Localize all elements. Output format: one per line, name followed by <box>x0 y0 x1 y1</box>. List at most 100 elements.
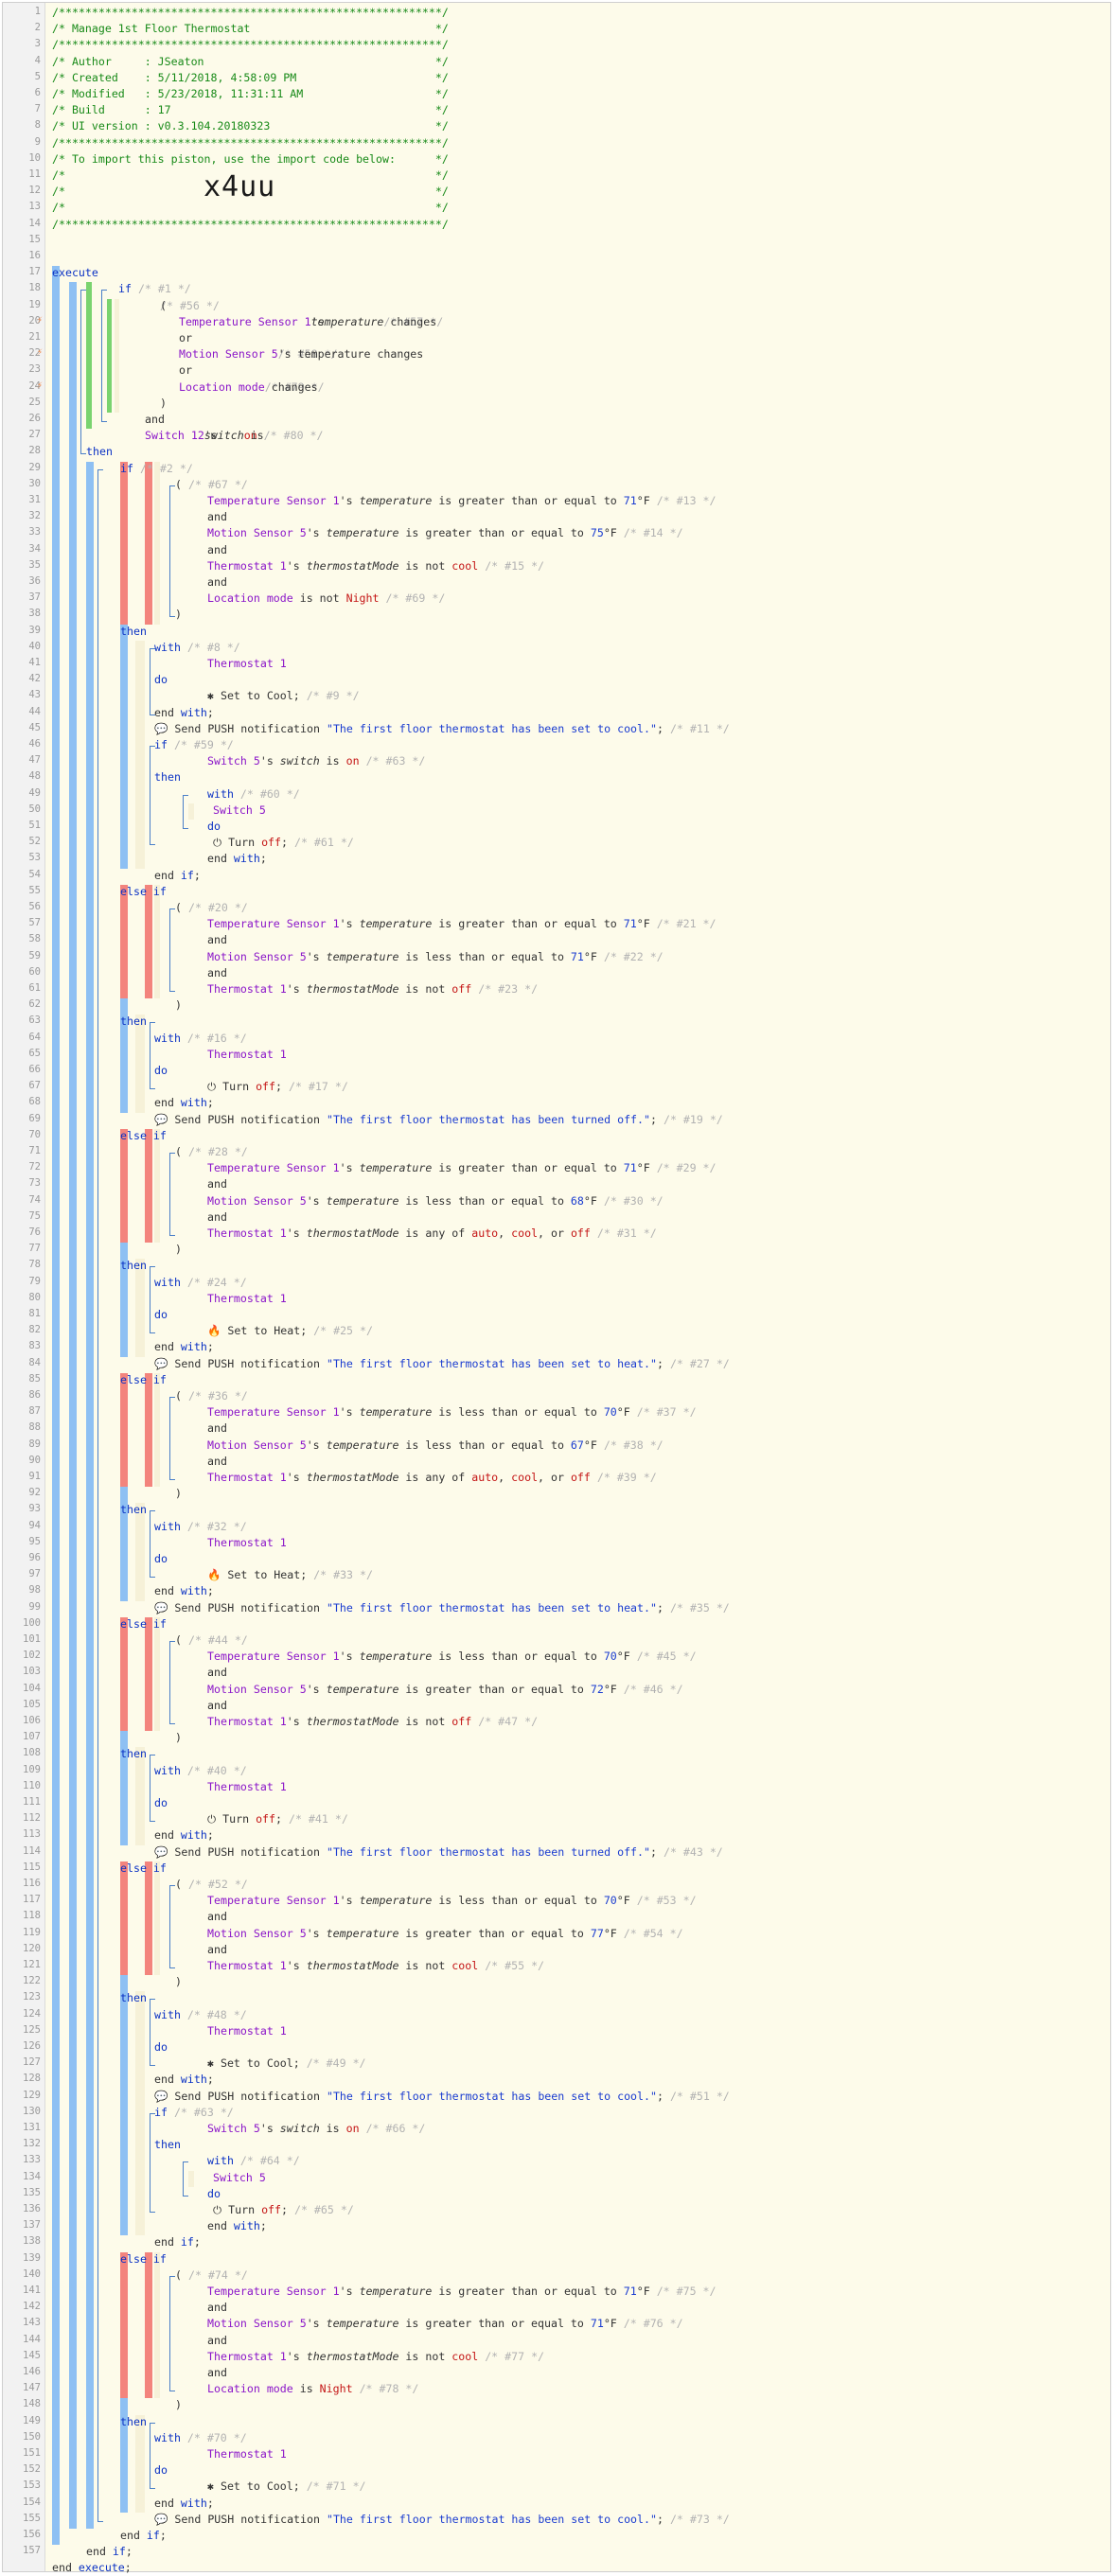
code-token: ; <box>124 2561 132 2575</box>
line-number: 69 <box>28 1112 41 1124</box>
device-name[interactable]: Thermostat 1 <box>207 1959 287 1972</box>
device-name[interactable]: Thermostat 1 <box>207 559 287 573</box>
device-name[interactable]: Thermostat 1 <box>207 2447 287 2461</box>
code-line: with /* #24 */ <box>154 1276 247 1289</box>
code-line: end if; <box>154 2235 201 2249</box>
statement-id-comment: /* #64 */ <box>239 2154 300 2168</box>
device-name[interactable]: Location mode <box>179 380 265 394</box>
device-name[interactable]: Temperature Sensor 1 <box>207 1161 340 1174</box>
statement-id-comment: /* #46 */ <box>623 1682 683 1696</box>
line-number: 137 <box>23 2219 41 2232</box>
code-token: or <box>179 363 192 378</box>
code-token: end <box>154 2496 181 2510</box>
device-name[interactable]: Thermostat 1 <box>207 2024 287 2038</box>
header-comment-line: /* Modified : 5/23/2018, 11:31:11 AM */ <box>52 87 449 100</box>
code-token: ) <box>175 1243 182 1257</box>
line-number: 122 <box>23 1975 41 1987</box>
device-name[interactable]: Motion Sensor 5 <box>207 950 307 963</box>
notification-message: "The first floor thermostat has been set… <box>326 2512 657 2526</box>
device-name[interactable]: Motion Sensor 5 <box>207 1438 307 1452</box>
line-number: 8 <box>34 119 41 132</box>
statement-id-comment: /* #31 */ <box>596 1226 657 1240</box>
device-name[interactable]: Switch 5 <box>213 2171 266 2184</box>
code-token: ; <box>259 2219 267 2233</box>
code-line: Motion Sensor 5's temperature is less th… <box>207 1194 664 1208</box>
device-name[interactable]: Switch 12 <box>145 429 204 442</box>
code-token: ; <box>206 1828 214 1843</box>
unit: °F <box>616 1894 630 1908</box>
header-comment-line: /* Build : 17 */ <box>52 103 449 117</box>
device-name[interactable]: Motion Sensor 5 <box>207 1927 307 1940</box>
line-number: 20 <box>28 314 41 326</box>
line-number: 111 <box>23 1796 41 1808</box>
device-name[interactable]: Location mode <box>207 2382 293 2395</box>
device-name[interactable]: Switch 5 <box>207 2122 260 2135</box>
code-token: end <box>154 1096 181 1110</box>
device-name[interactable]: Thermostat 1 <box>207 982 287 996</box>
code-token: ( <box>175 1878 188 1891</box>
code-line: if /* #2 */ <box>120 462 193 475</box>
device-name[interactable]: Temperature Sensor 1 <box>207 1650 340 1663</box>
condition-bar <box>120 1372 128 1488</box>
device-name[interactable]: Motion Sensor 5 <box>207 2317 307 2330</box>
device-name[interactable]: Thermostat 1 <box>207 1715 287 1728</box>
header-comment-line: /***************************************… <box>52 135 449 150</box>
code-line: Temperature Sensor 1's temperature is gr… <box>207 1161 717 1174</box>
condition-group-shade <box>154 884 160 999</box>
device-name[interactable]: Motion Sensor 5 <box>179 347 278 361</box>
device-name[interactable]: Thermostat 1 <box>207 1780 287 1793</box>
code-line: then <box>120 1259 147 1272</box>
state-value: cool <box>451 1959 479 1972</box>
state-value: off <box>570 1471 591 1484</box>
code-token: ; <box>281 836 294 850</box>
line-number: 7 <box>34 103 41 115</box>
code-token: or <box>179 331 192 344</box>
line-number: 93 <box>28 1503 41 1515</box>
code-line: then <box>120 1015 147 1028</box>
line-number: 72 <box>28 1161 41 1173</box>
line-number: 142 <box>23 2301 41 2313</box>
code-line: end with; <box>154 1340 214 1353</box>
state-value: off <box>451 982 472 996</box>
device-name[interactable]: Temperature Sensor 1 <box>207 1405 340 1419</box>
device-name[interactable]: Thermostat 1 <box>207 1226 287 1240</box>
code-line: ⏻ Turn off; /* #61 */ <box>213 836 354 850</box>
code-token: 💬 Send PUSH notification <box>154 1844 327 1859</box>
code-token: end <box>154 868 181 882</box>
statement-id-comment: /* #66 */ <box>365 2122 426 2135</box>
line-number: 91 <box>28 1471 41 1482</box>
device-name[interactable]: Thermostat 1 <box>207 2350 287 2363</box>
line-number: 146 <box>23 2366 41 2377</box>
device-name[interactable]: Temperature Sensor 1 <box>207 1894 340 1907</box>
device-name[interactable]: Switch 5 <box>213 803 266 817</box>
device-name[interactable]: Motion Sensor 5 <box>207 1194 307 1208</box>
device-name[interactable]: Thermostat 1 <box>207 1048 287 1061</box>
line-number: 85 <box>28 1372 41 1385</box>
device-name[interactable]: Thermostat 1 <box>207 1292 287 1305</box>
line-number: 12 <box>28 185 41 197</box>
device-name[interactable]: Motion Sensor 5 <box>207 526 307 539</box>
device-name[interactable]: Temperature Sensor 1 <box>207 917 340 930</box>
device-name[interactable]: Thermostat 1 <box>207 1471 287 1484</box>
code-line: do <box>207 820 221 833</box>
line-number: 125 <box>23 2023 41 2036</box>
if-block-bar <box>69 282 77 2529</box>
device-name[interactable]: Thermostat 1 <box>207 1536 287 1549</box>
line-number: 112 <box>23 1812 41 1825</box>
device-name[interactable]: Switch 5 <box>207 754 260 768</box>
temperature-value: 70 <box>603 1405 617 1420</box>
line-number: 3 <box>34 38 41 50</box>
code-line: else if <box>120 1373 167 1386</box>
keyword: with <box>233 2219 260 2233</box>
keyword: with <box>154 1275 181 1289</box>
device-name[interactable]: Motion Sensor 5 <box>207 1683 307 1696</box>
device-name[interactable]: Location mode <box>207 591 293 605</box>
device-name[interactable]: Temperature Sensor 1 <box>207 494 340 507</box>
device-name[interactable]: Temperature Sensor 1 <box>179 315 311 328</box>
keyword: else if <box>120 1861 167 1875</box>
device-name[interactable]: Thermostat 1 <box>207 657 287 670</box>
device-name[interactable]: Temperature Sensor 1 <box>207 2285 340 2298</box>
code-token: ) <box>175 2398 182 2412</box>
